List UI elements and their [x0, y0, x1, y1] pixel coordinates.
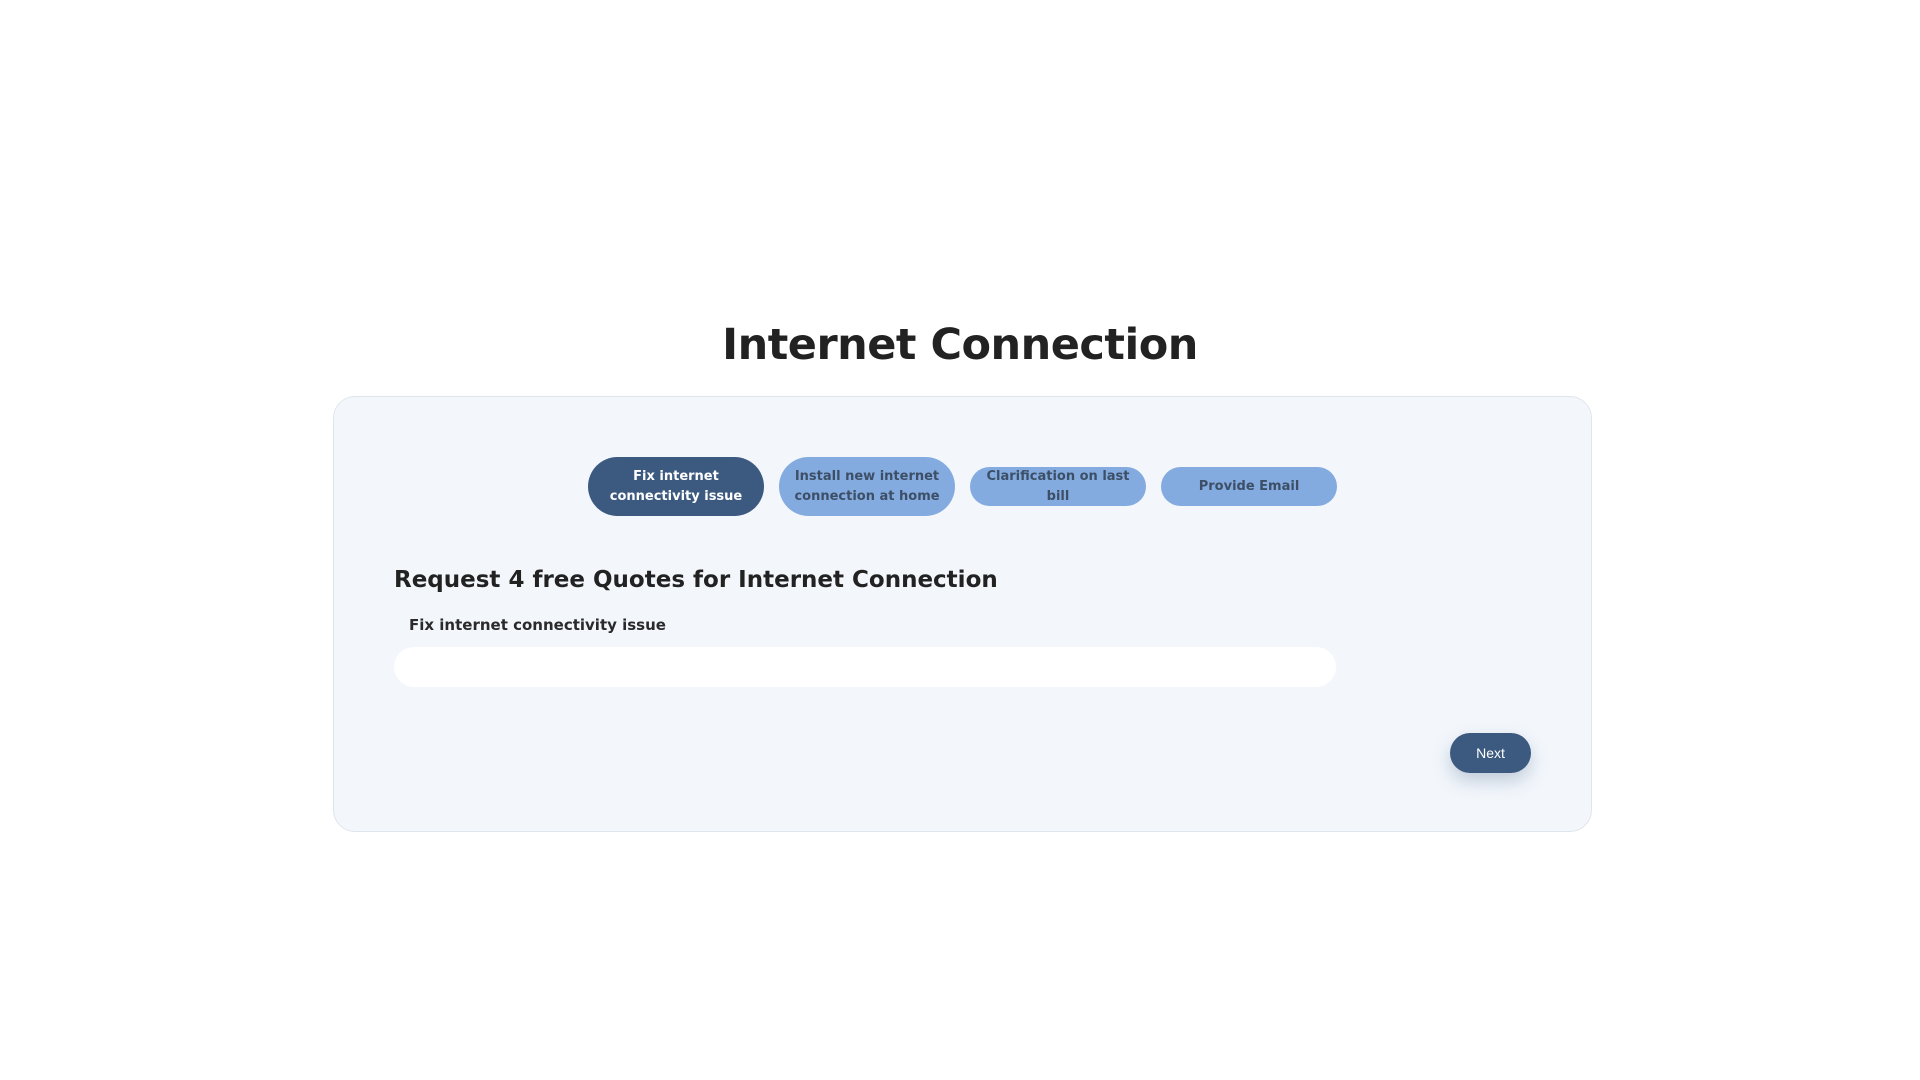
tab-fix-connectivity[interactable]: Fix internet connectivity issue — [588, 457, 764, 516]
step-tabs: Fix internet connectivity issue Install … — [334, 457, 1591, 516]
tab-install-new-connection[interactable]: Install new internet connection at home — [779, 457, 955, 516]
connectivity-issue-input[interactable] — [394, 647, 1336, 687]
tab-provide-email[interactable]: Provide Email — [1161, 467, 1337, 506]
page-title: Internet Connection — [722, 320, 1198, 370]
form-heading: Request 4 free Quotes for Internet Conne… — [394, 567, 998, 593]
next-button[interactable]: Next — [1450, 733, 1531, 773]
field-label: Fix internet connectivity issue — [409, 616, 666, 634]
tab-clarification-last-bill[interactable]: Clarification on last bill — [970, 467, 1146, 506]
quote-form-card: Fix internet connectivity issue Install … — [333, 396, 1592, 832]
